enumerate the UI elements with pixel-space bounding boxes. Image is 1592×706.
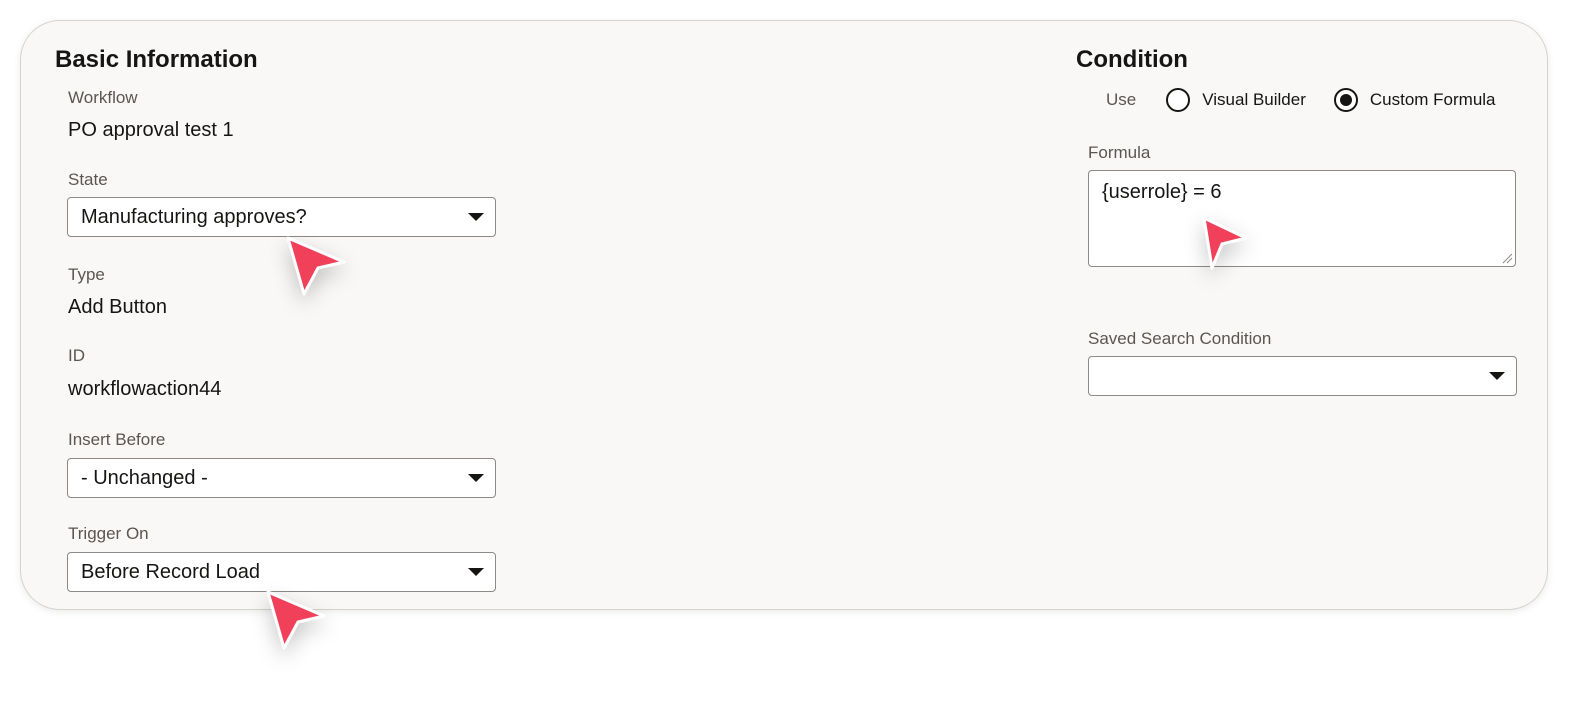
id-value: workflowaction44 [68, 378, 222, 400]
caret-down-icon [1489, 372, 1505, 380]
workflow-label: Workflow [68, 88, 138, 107]
condition-title: Condition [1076, 46, 1188, 73]
use-radio-group: Use Visual Builder Custom Formula [1106, 88, 1524, 112]
radio-visual-builder[interactable]: Visual Builder [1166, 88, 1306, 112]
state-select[interactable]: Manufacturing approves? [67, 197, 496, 237]
caret-down-icon [468, 213, 484, 221]
radio-custom-formula-label: Custom Formula [1369, 90, 1496, 109]
insert-before-select[interactable]: - Unchanged - [67, 458, 496, 498]
insert-before-select-value: - Unchanged - [81, 466, 208, 489]
radio-custom-formula[interactable]: Custom Formula [1333, 88, 1496, 112]
saved-search-condition-select[interactable] [1088, 356, 1517, 396]
radio-unchecked-icon[interactable] [1166, 88, 1191, 112]
caret-down-icon [468, 474, 484, 482]
workflow-value: PO approval test 1 [68, 119, 234, 141]
resize-grip-icon[interactable] [1501, 252, 1513, 264]
state-select-value: Manufacturing approves? [81, 205, 307, 228]
state-label: State [68, 170, 108, 189]
trigger-on-label: Trigger On [68, 524, 149, 543]
mouse-pointer-icon [1202, 216, 1248, 270]
basic-information-title: Basic Information [55, 46, 258, 73]
formula-label: Formula [1088, 143, 1151, 162]
radio-visual-builder-label: Visual Builder [1202, 90, 1306, 109]
use-label: Use [1106, 90, 1137, 109]
type-label: Type [68, 265, 105, 284]
formula-textarea[interactable]: {userrole} = 6 [1088, 170, 1516, 267]
caret-down-icon [468, 568, 484, 576]
trigger-on-select-value: Before Record Load [81, 560, 261, 583]
mouse-pointer-icon [266, 590, 326, 650]
type-value: Add Button [68, 296, 167, 318]
id-label: ID [68, 346, 85, 365]
radio-checked-icon[interactable] [1333, 88, 1358, 112]
saved-search-condition-label: Saved Search Condition [1088, 329, 1272, 348]
formula-text: {userrole} = 6 [1102, 181, 1222, 203]
insert-before-label: Insert Before [68, 430, 166, 449]
mouse-pointer-icon [286, 236, 346, 296]
